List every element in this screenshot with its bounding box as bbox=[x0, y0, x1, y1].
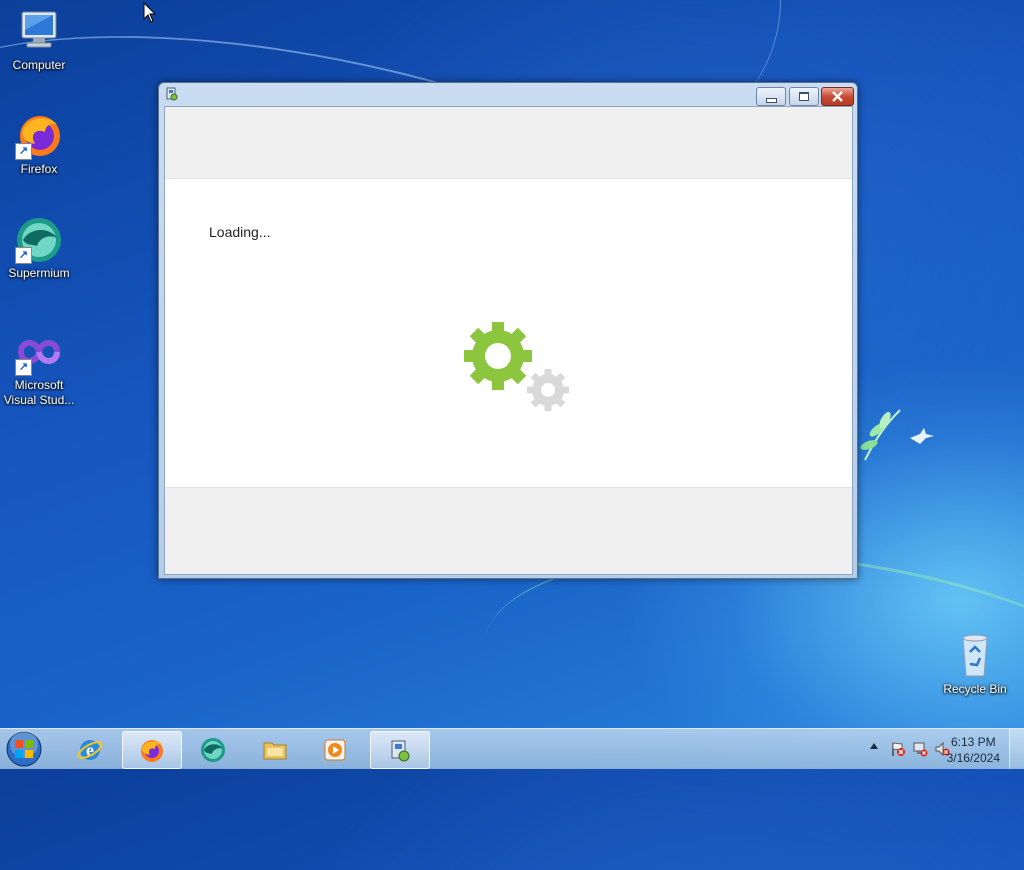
loading-text: Loading... bbox=[209, 224, 271, 240]
loading-gears-icon bbox=[464, 322, 569, 411]
desktop-icon-recycle-bin[interactable]: Recycle Bin bbox=[937, 632, 1013, 697]
desktop-icon-firefox[interactable]: ↗ Firefox bbox=[1, 112, 77, 177]
desktop-icon-computer[interactable]: Computer bbox=[1, 8, 77, 73]
start-button[interactable] bbox=[4, 730, 44, 768]
firefox-icon: ↗ bbox=[15, 112, 63, 160]
firefox-icon bbox=[141, 740, 163, 762]
footer-band bbox=[165, 487, 852, 574]
clock-date: 3/16/2024 bbox=[946, 751, 1000, 765]
wallpaper-leaves-decoration bbox=[860, 409, 934, 461]
maximize-icon bbox=[799, 92, 809, 101]
media-player-icon bbox=[324, 739, 346, 761]
desktop-icon-visual-studio[interactable]: ↗ Microsoft Visual Stud... bbox=[1, 328, 77, 408]
clock[interactable]: 6:13 PM 3/16/2024 bbox=[947, 734, 1000, 766]
clock-time: 6:13 PM bbox=[950, 735, 996, 749]
taskbar-explorer-button[interactable] bbox=[246, 731, 304, 767]
action-center-flag-icon[interactable] bbox=[890, 741, 906, 757]
folder-icon bbox=[263, 742, 287, 760]
windows-logo-icon bbox=[6, 730, 42, 767]
window-client-area: Loading... bbox=[164, 106, 853, 575]
system-tray: 6:13 PM 3/16/2024 bbox=[834, 729, 1024, 769]
desktop-icon-label: Computer bbox=[12, 58, 66, 72]
header-band bbox=[165, 107, 852, 179]
desktop-icon-label: Firefox bbox=[20, 162, 58, 176]
network-icon[interactable] bbox=[912, 741, 928, 757]
taskbar-firefox-button[interactable] bbox=[122, 731, 182, 769]
close-icon bbox=[832, 91, 843, 102]
window-titlebar[interactable] bbox=[159, 83, 857, 106]
installer-icon bbox=[391, 740, 410, 762]
desktop-icon-label: Recycle Bin bbox=[943, 682, 1007, 696]
close-button[interactable] bbox=[821, 87, 854, 106]
show-hidden-icons-button[interactable] bbox=[870, 743, 878, 749]
supermium-icon: ↗ bbox=[15, 216, 63, 264]
shortcut-arrow-icon: ↗ bbox=[15, 359, 32, 376]
ie-icon: e bbox=[77, 740, 103, 760]
visual-studio-icon: ↗ bbox=[15, 328, 63, 376]
taskbar-media-player-button[interactable] bbox=[306, 731, 364, 767]
taskbar: e 6:13 PM 3/16/2024 bbox=[0, 728, 1024, 769]
mouse-cursor-icon bbox=[143, 2, 157, 23]
desktop-icon-label: Supermium bbox=[8, 266, 70, 280]
minimize-button[interactable] bbox=[756, 87, 786, 106]
maximize-button[interactable] bbox=[789, 87, 819, 106]
show-desktop-button[interactable] bbox=[1009, 729, 1024, 769]
shortcut-arrow-icon: ↗ bbox=[15, 143, 32, 160]
installer-window[interactable]: Loading... bbox=[158, 82, 858, 579]
desktop-icon-supermium[interactable]: ↗ Supermium bbox=[1, 216, 77, 281]
installer-icon bbox=[164, 86, 180, 102]
computer-icon bbox=[15, 8, 63, 56]
taskbar-supermium-button[interactable] bbox=[184, 731, 242, 767]
taskbar-installer-button[interactable] bbox=[370, 731, 430, 769]
shortcut-arrow-icon: ↗ bbox=[15, 247, 32, 264]
desktop-icon-label: Microsoft Visual Stud... bbox=[3, 378, 75, 407]
recycle-bin-icon bbox=[951, 632, 999, 680]
supermium-icon bbox=[201, 738, 225, 762]
taskbar-ie-button[interactable]: e bbox=[61, 731, 119, 767]
minimize-icon bbox=[766, 98, 777, 103]
